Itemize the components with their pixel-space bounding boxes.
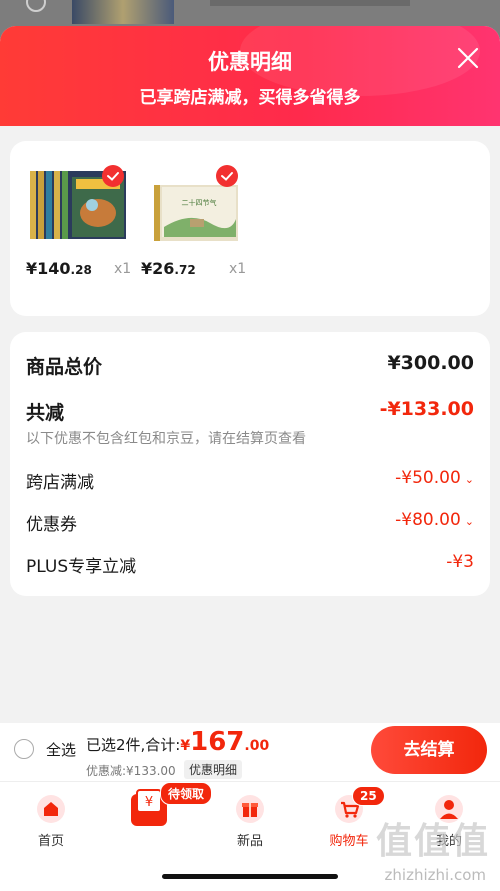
discount-summary: 优惠减:¥133.00 [86, 764, 176, 778]
discount-value: -¥50.00 ⌄ [395, 468, 474, 488]
product-price: ¥26.72 [141, 259, 196, 278]
price-decimal: .28 [70, 263, 92, 277]
reduction-note-text: 以下优惠不包含红包和京豆，请在结算页查看 [26, 431, 306, 447]
discount-value: -¥3 [446, 552, 474, 572]
home-indicator [162, 874, 338, 879]
background-radio [26, 0, 46, 12]
chevron-down-icon: ⌄ [464, 473, 474, 486]
watermark-logo: 值值值 [375, 821, 490, 862]
product-selected-check[interactable] [102, 165, 124, 191]
total-amount: 167 [190, 727, 245, 757]
sheet-title: 优惠明细 [208, 50, 292, 74]
chevron-down-icon: ⌄ [464, 515, 474, 528]
select-all-checkbox[interactable] [14, 739, 34, 759]
tab-label: 首页 [37, 834, 64, 849]
total-reduction-label: 共减 [26, 402, 65, 424]
product-quantity: x1 [114, 261, 132, 277]
selected-count-text: 已选2件,合计: [86, 736, 181, 754]
home-icon [36, 794, 66, 824]
price-integer: ¥140 [26, 259, 71, 278]
gift-box-icon [235, 794, 265, 824]
check-icon [216, 165, 238, 187]
total-cents: .00 [244, 738, 270, 754]
tab-cart[interactable]: 25 购物车 [314, 786, 385, 849]
background-thumbnail [72, 0, 174, 24]
coupon-badge: 待领取 [160, 782, 213, 805]
discount-value: -¥80.00 ⌄ [395, 510, 474, 530]
total-price-value: ¥300.00 [387, 352, 474, 374]
background-text [210, 0, 410, 6]
svg-text:¥: ¥ [145, 795, 153, 810]
cart-count-badge: 25 [352, 786, 385, 806]
price-integer: ¥26 [141, 259, 175, 278]
checkout-bar: 全选 已选2件,合计:¥167.00 优惠减:¥133.00 优惠明细 去结算 [0, 723, 500, 781]
tab-label: 购物车 [329, 834, 369, 849]
close-icon [457, 47, 479, 69]
select-all-label[interactable]: 全选 [46, 739, 76, 760]
discount-detail-sheet: 优惠明细 已享跨店满减，买得多省得多 ¥140.28 x1 二十四节气 ¥26.… [0, 26, 500, 891]
watermark-url: zhizhizhi.com [384, 866, 486, 884]
book-cover-title: 二十四节气 [182, 198, 217, 207]
sheet-header: 优惠明细 已享跨店满减，买得多省得多 [0, 26, 500, 126]
total-summary: 已选2件,合计:¥167.00 [86, 727, 269, 757]
checkout-button[interactable]: 去结算 [371, 726, 487, 774]
tab-home[interactable]: 首页 [16, 794, 86, 849]
discount-label: PLUS专享立减 [26, 557, 137, 577]
check-icon [102, 165, 124, 187]
tab-coupon[interactable]: ¥ 待领取 [114, 782, 213, 830]
discount-label: 优惠券 [26, 515, 77, 535]
close-button[interactable] [456, 46, 480, 70]
total-price-label: 商品总价 [26, 356, 103, 378]
total-reduction-value: -¥133.00 [379, 398, 474, 420]
product-price: ¥140.28 [26, 259, 92, 278]
total-currency: ¥ [180, 738, 191, 754]
discount-label: 跨店满减 [26, 473, 94, 493]
product-quantity: x1 [229, 261, 247, 277]
tab-new[interactable]: 新品 [215, 794, 285, 849]
sheet-subtitle: 已享跨店满减，买得多省得多 [139, 88, 361, 108]
product-list-card: ¥140.28 x1 二十四节气 ¥26.72 x1 [10, 141, 490, 316]
tab-label: 新品 [236, 834, 263, 849]
price-summary-card: 商品总价 ¥300.00 共减 -¥133.00 以下优惠不包含红包和京豆，请在… [10, 332, 490, 596]
product-selected-check[interactable] [216, 165, 238, 191]
price-decimal: .72 [174, 263, 196, 277]
discount-detail-toggle[interactable]: 优惠明细 [184, 760, 243, 779]
